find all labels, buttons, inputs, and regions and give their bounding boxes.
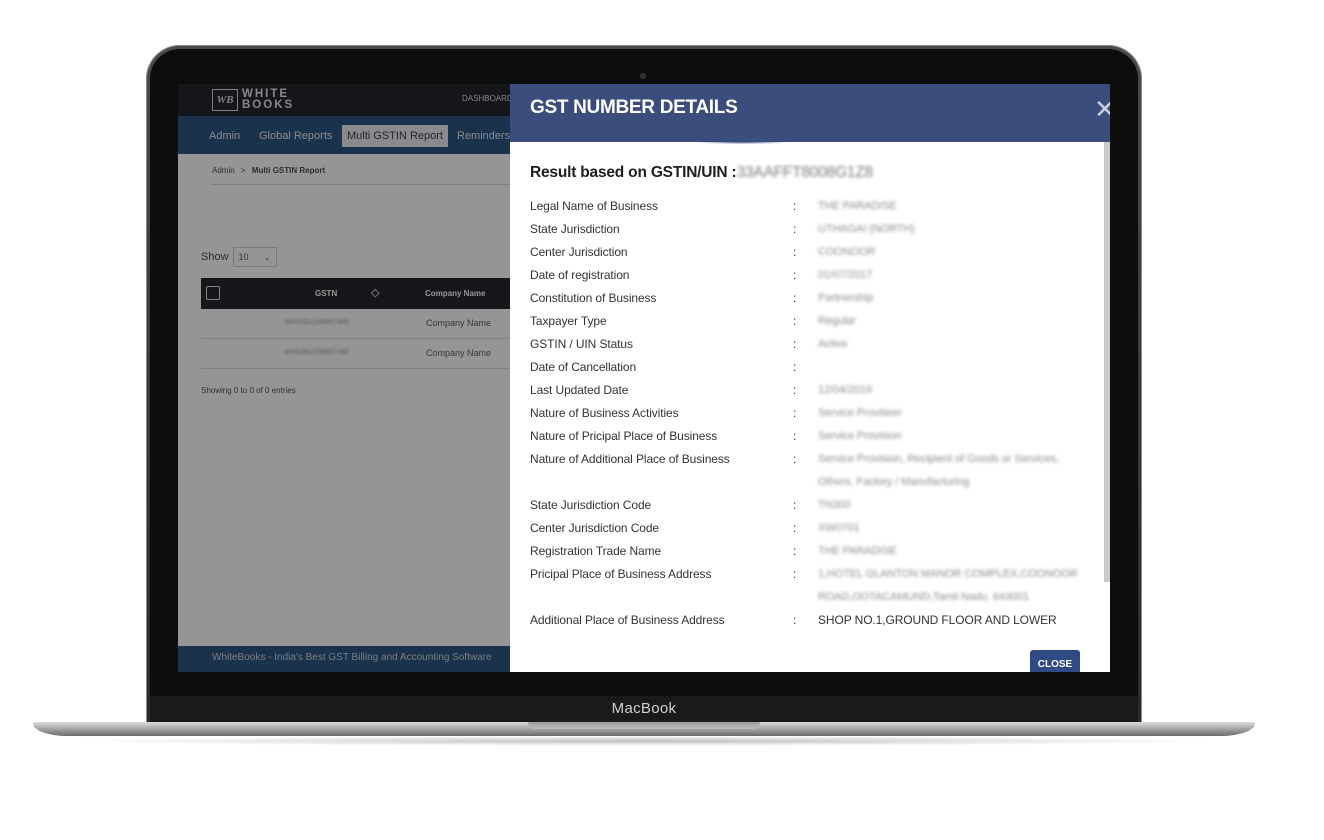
detail-label: Center Jurisdiction Code (530, 521, 659, 535)
detail-label: Date of Cancellation (530, 360, 637, 374)
detail-row: State Jurisdiction: UTHAGAI (NORTH) (530, 218, 1095, 241)
detail-row: Date of registration: 01/07/2017 (530, 264, 1095, 287)
laptop-base-notch (528, 722, 760, 729)
detail-row: Center Jurisdiction Code: XW0701 (530, 517, 1095, 540)
detail-separator: : (793, 498, 797, 512)
detail-row: Nature of Pricipal Place of Business: Ser… (530, 425, 1095, 448)
close-icon[interactable]: ✕ (1094, 94, 1110, 125)
detail-row: Legal Name of Business: THE PARADISE (530, 195, 1095, 218)
detail-value: Active (818, 338, 848, 350)
detail-row: Date of Cancellation: (530, 356, 1095, 379)
detail-value: Regular (818, 315, 856, 327)
detail-value: THE PARADISE (818, 545, 897, 557)
detail-label: Legal Name of Business (530, 199, 658, 213)
detail-row: Nature of Business Activities: Service Pr… (530, 402, 1095, 425)
gst-details-modal: GST NUMBER DETAILS ✕ Result based on GST… (510, 84, 1110, 672)
detail-label: Additional Place of Business Address (530, 613, 725, 627)
detail-label: Nature of Business Activities (530, 406, 679, 420)
detail-separator: : (793, 199, 797, 213)
base-shadow (70, 736, 1220, 746)
modal-title: GST NUMBER DETAILS (530, 97, 738, 118)
detail-value: SHOP NO.1,GROUND FLOOR AND LOWER GROUND … (818, 613, 1057, 627)
detail-separator: : (793, 245, 797, 259)
detail-row: Last Updated Date: 12/04/2019 (530, 379, 1095, 402)
detail-separator: : (793, 314, 797, 328)
detail-row: GSTIN / UIN Status: Active (530, 333, 1095, 356)
result-heading: Result based on GSTIN/UIN :33AAFFT8008G1… (530, 164, 1095, 189)
detail-label: Pricipal Place of Business Address (530, 567, 712, 581)
detail-label: Registration Trade Name (530, 544, 662, 558)
detail-label: Taxpayer Type (530, 314, 607, 328)
detail-row: Center Jurisdiction: COONOOR (530, 241, 1095, 264)
detail-row: State Jurisdiction Code: TN300 (530, 494, 1095, 517)
detail-separator: : (793, 521, 797, 535)
detail-separator: : (793, 429, 797, 443)
detail-row: Registration Trade Name: THE PARADISE (530, 540, 1095, 563)
detail-separator: : (793, 291, 797, 305)
detail-value: 1,HOTEL GLANTON MANOR COMPLEX,COONOOR RO… (818, 568, 1078, 603)
screen: WB WHITE BOOKS DASHBOARD Admin Global Re… (178, 84, 1110, 672)
details-list: Legal Name of Business: THE PARADISE State… (530, 195, 1095, 636)
detail-label: Nature of Pricipal Place of Business (530, 429, 718, 443)
detail-value: COONOOR (818, 246, 876, 258)
modal-header: GST NUMBER DETAILS ✕ (510, 84, 1110, 144)
detail-label: Nature of Additional Place of Business (530, 452, 730, 466)
result-gstin: 33AAFFT8008G1Z8 (736, 164, 874, 181)
detail-label: Center Jurisdiction (530, 245, 628, 259)
detail-separator: : (793, 337, 797, 351)
scrollbar[interactable] (1104, 142, 1110, 582)
detail-value: 01/07/2017 (818, 269, 873, 281)
close-button[interactable]: CLOSE (1030, 650, 1080, 672)
detail-separator: : (793, 406, 797, 420)
detail-value: Service Provision (818, 407, 902, 419)
detail-value: THE PARADISE (818, 200, 897, 212)
detail-separator: : (793, 383, 797, 397)
camera-icon (640, 73, 646, 79)
detail-separator: : (793, 613, 797, 627)
detail-value: TN300 (818, 499, 851, 511)
detail-row: Nature of Additional Place of Business: S… (530, 448, 1095, 494)
result-prefix: Result based on GSTIN/UIN : (530, 164, 737, 181)
modal-body: Result based on GSTIN/UIN :33AAFFT8008G1… (530, 164, 1095, 636)
detail-separator: : (793, 544, 797, 558)
detail-row: Taxpayer Type: Regular (530, 310, 1095, 333)
detail-value: UTHAGAI (NORTH) (818, 223, 915, 235)
detail-label: State Jurisdiction (530, 222, 620, 236)
detail-value: Service Provision (818, 430, 902, 442)
detail-value (818, 356, 1095, 379)
detail-separator: : (793, 452, 797, 466)
detail-separator: : (793, 360, 797, 374)
detail-row: Pricipal Place of Business Address: 1,HOT… (530, 563, 1095, 609)
detail-separator: : (793, 567, 797, 581)
detail-separator: : (793, 268, 797, 282)
detail-value: Service Provision, Recipient of Goods or… (818, 453, 1059, 488)
detail-label: Date of registration (530, 268, 630, 282)
detail-row: Constitution of Business: Partnership (530, 287, 1095, 310)
detail-value: Partnership (818, 292, 874, 304)
detail-value: 12/04/2019 (818, 384, 873, 396)
detail-label: State Jurisdiction Code (530, 498, 652, 512)
detail-row: Additional Place of Business Address: SHO… (530, 609, 1095, 636)
detail-label: GSTIN / UIN Status (530, 337, 633, 351)
detail-label: Constitution of Business (530, 291, 657, 305)
device-brand-label: MacBook (611, 700, 677, 717)
detail-separator: : (793, 222, 797, 236)
detail-label: Last Updated Date (530, 383, 629, 397)
detail-value: XW0701 (818, 522, 860, 534)
